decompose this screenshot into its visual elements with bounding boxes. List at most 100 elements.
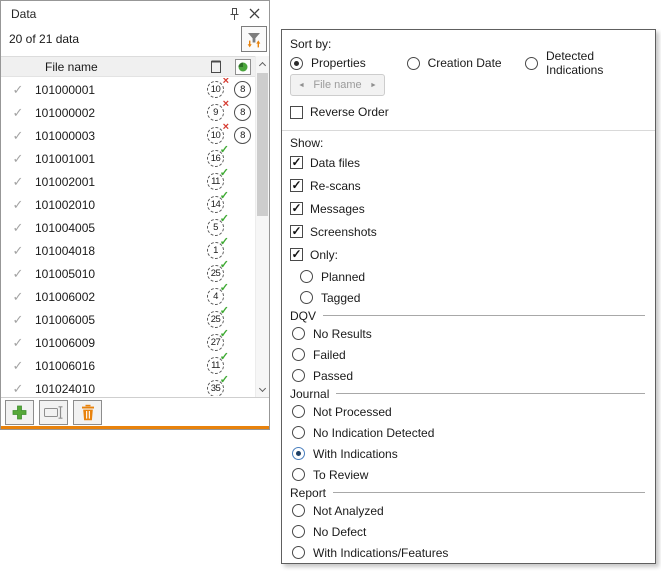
stepper-next-icon[interactable]: ► (370, 82, 377, 89)
file-row[interactable]: ✓1010060024✓ (1, 285, 256, 308)
document-column-icon[interactable] (202, 59, 229, 74)
pass-check-icon: ✓ (220, 191, 229, 202)
add-button[interactable] (5, 400, 34, 425)
status-column-icon[interactable] (229, 59, 256, 75)
indication-count: 10 (211, 84, 221, 95)
row-selected-check-icon: ✓ (1, 82, 35, 98)
group-option[interactable]: Not Analyzed (292, 500, 645, 521)
group-option-label: To Review (313, 468, 368, 482)
file-name: 101000002 (35, 106, 202, 120)
sort-option[interactable]: Detected Indications (525, 49, 645, 77)
extra-count-badge: 8 (234, 104, 251, 121)
indication-count-badge: 11✓ (207, 357, 224, 374)
scrollbar-thumb[interactable] (257, 73, 268, 216)
file-row[interactable]: ✓10100601611✓ (1, 354, 256, 377)
pass-check-icon: ✓ (220, 306, 229, 317)
row-selected-check-icon: ✓ (1, 105, 35, 121)
vertical-scrollbar[interactable] (255, 56, 269, 397)
show-option[interactable]: Data files (290, 151, 645, 174)
group-option[interactable]: No Defect (292, 521, 645, 542)
reverse-order-option[interactable]: Reverse Order (290, 105, 645, 119)
pass-check-icon: ✓ (220, 329, 229, 340)
file-row[interactable]: ✓10100201014✓ (1, 193, 256, 216)
group-option-label: Not Processed (313, 405, 392, 419)
panel-titlebar: Data (1, 1, 269, 26)
radio-icon (292, 546, 305, 559)
pin-icon[interactable] (224, 4, 244, 24)
active-panel-accent (1, 426, 269, 429)
file-row[interactable]: ✓10100200111✓ (1, 170, 256, 193)
file-name: 101000001 (35, 83, 202, 97)
file-name: 101002010 (35, 198, 202, 212)
radio-icon (292, 348, 305, 361)
file-row[interactable]: ✓10100600927✓ (1, 331, 256, 354)
group-option[interactable]: No Results (292, 323, 645, 344)
group-option[interactable]: To Review (292, 464, 645, 485)
file-name: 101024010 (35, 382, 202, 396)
radio-icon (300, 291, 313, 304)
file-row[interactable]: ✓10100501025✓ (1, 262, 256, 285)
file-row[interactable]: ✓10100000110×8 (1, 78, 256, 101)
indication-count-badge: 5✓ (207, 219, 224, 236)
only-option[interactable]: Planned (300, 266, 645, 287)
indication-count: 5 (213, 222, 218, 233)
file-row[interactable]: ✓1010040055✓ (1, 216, 256, 239)
group-option[interactable]: Passed (292, 365, 645, 386)
indication-count: 11 (211, 176, 220, 187)
file-row[interactable]: ✓10100100116✓ (1, 147, 256, 170)
chevron-down-icon (259, 385, 267, 393)
extra-count: 8 (240, 84, 245, 95)
list-header[interactable]: File name (1, 56, 256, 77)
column-file-name[interactable]: File name (1, 60, 202, 74)
radio-icon (292, 369, 305, 382)
checkbox-icon (290, 225, 303, 238)
filter-sort-button[interactable] (241, 26, 267, 52)
show-options: Data filesRe-scansMessagesScreenshotsOnl… (290, 151, 645, 266)
show-option[interactable]: Only: (290, 243, 645, 266)
group-option[interactable]: Failed (292, 344, 645, 365)
group-option[interactable]: With Indications (292, 443, 645, 464)
extra-count-badge: 8 (234, 127, 251, 144)
rename-button[interactable] (39, 400, 68, 425)
file-name: 101005010 (35, 267, 202, 281)
stepper-prev-icon[interactable]: ◄ (298, 82, 305, 89)
chevron-up-icon (259, 60, 267, 68)
group-title: Journal (290, 386, 645, 401)
filter-sort-popup: Sort by: PropertiesCreation DateDetected… (281, 29, 656, 564)
pass-check-icon: ✓ (220, 260, 229, 271)
pass-check-icon: ✓ (220, 145, 229, 156)
sort-option[interactable]: Properties (290, 56, 407, 70)
group-option[interactable]: With Indications/Features (292, 542, 645, 563)
file-row[interactable]: ✓10102401035✓ (1, 377, 256, 396)
show-option[interactable]: Screenshots (290, 220, 645, 243)
data-panel: Data 20 of 21 data (0, 0, 270, 430)
group-option[interactable]: Not Processed (292, 401, 645, 422)
close-icon[interactable] (244, 4, 264, 24)
list-toolbar (1, 397, 269, 426)
scroll-down-button[interactable] (256, 381, 269, 397)
group-option-label: Not Analyzed (313, 504, 384, 518)
funnel-sort-icon (245, 31, 263, 48)
scroll-up-button[interactable] (256, 56, 269, 72)
only-option[interactable]: Tagged (300, 287, 645, 308)
group-option[interactable]: No Indication Detected (292, 422, 645, 443)
pass-check-icon: ✓ (220, 237, 229, 248)
show-option[interactable]: Re-scans (290, 174, 645, 197)
delete-button[interactable] (73, 400, 102, 425)
file-row[interactable]: ✓1010040181✓ (1, 239, 256, 262)
sort-option[interactable]: Creation Date (407, 56, 525, 70)
file-name: 101000003 (35, 129, 202, 143)
file-name: 101002001 (35, 175, 202, 189)
file-row[interactable]: ✓1010000029×8 (1, 101, 256, 124)
filter-groups: DQVNo ResultsFailedPassedJournalNot Proc… (290, 308, 645, 563)
file-name: 101001001 (35, 152, 202, 166)
sort-field-stepper[interactable]: ◄ File name ► (290, 74, 385, 96)
checkbox-icon (290, 248, 303, 261)
file-row[interactable]: ✓10100000310×8 (1, 124, 256, 147)
indication-count-badge: 1✓ (207, 242, 224, 259)
pass-check-icon: ✓ (220, 352, 229, 363)
show-option[interactable]: Messages (290, 197, 645, 220)
extra-count: 8 (240, 107, 245, 118)
file-row[interactable]: ✓10100600525✓ (1, 308, 256, 331)
panel-title: Data (11, 7, 224, 21)
